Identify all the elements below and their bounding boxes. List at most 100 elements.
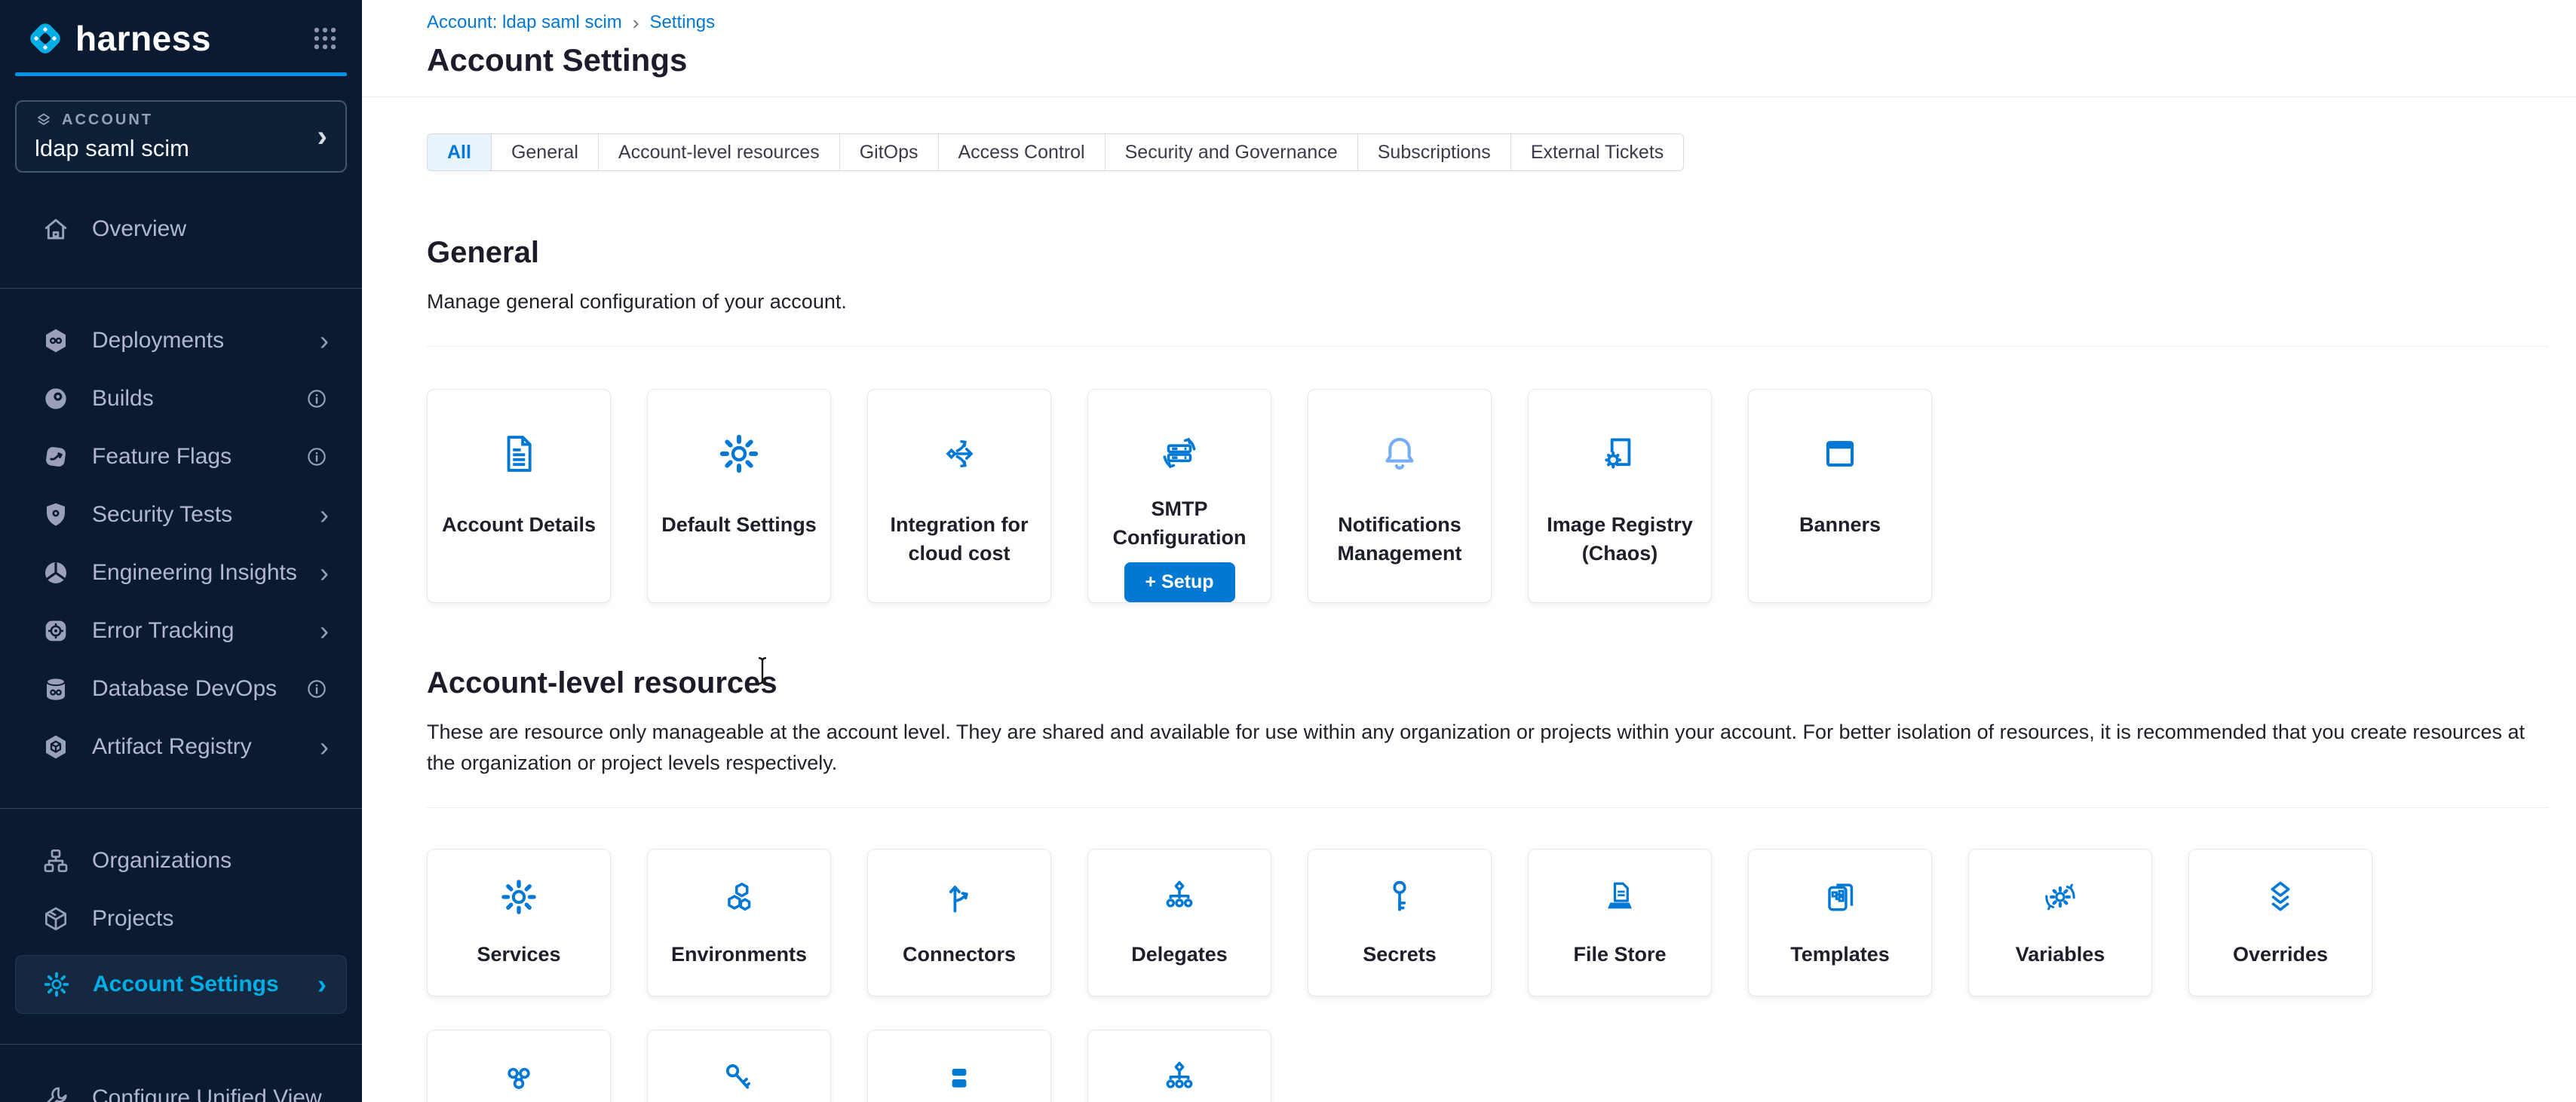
section-title-general: General (427, 236, 2549, 270)
partial-row-cards: Feature DBOps (427, 1030, 2549, 1102)
chain-links-icon (498, 1056, 540, 1100)
tab-account-level-resources[interactable]: Account-level resources (598, 133, 840, 171)
card-variables[interactable]: Variables (1968, 849, 2152, 996)
card-connectors[interactable]: Connectors (867, 849, 1051, 996)
info-icon[interactable] (305, 677, 329, 701)
app-switcher-icon[interactable] (311, 24, 339, 53)
account-label-row: ACCOUNT (35, 111, 317, 129)
delegate-orgchart-icon (1158, 875, 1201, 919)
card-fme[interactable] (867, 1030, 1051, 1102)
main-content: Account: ldap saml scim › Settings Accou… (362, 0, 2576, 1102)
sidebar-divider (0, 808, 362, 809)
sidebar-item-organizations[interactable]: Organizations (0, 831, 362, 889)
image-registry-icon (1596, 429, 1643, 479)
hexagons-icon (718, 875, 760, 919)
info-icon[interactable] (305, 445, 329, 469)
tab-security-and-governance[interactable]: Security and Governance (1105, 133, 1358, 171)
gear-icon (40, 968, 73, 1001)
general-cards: Account Details Default Settings Integra… (427, 389, 2549, 603)
card-file-store[interactable]: File Store (1528, 849, 1712, 996)
card-environments[interactable]: Environments (647, 849, 831, 996)
harness-logo-icon (26, 19, 65, 58)
tab-all[interactable]: All (427, 133, 492, 171)
settings-content: All General Account-level resources GitO… (362, 97, 2576, 1102)
tab-external-tickets[interactable]: External Tickets (1510, 133, 1684, 171)
section-desc-account-level: These are resource only manageable at th… (427, 717, 2549, 779)
sidebar-item-engineering-insights[interactable]: Engineering Insights › (0, 543, 362, 602)
sidebar-item-account-settings[interactable]: Account Settings › (15, 955, 347, 1014)
harness-logo-text: harness (75, 18, 211, 59)
feature-flags-icon (39, 440, 72, 473)
tab-subscriptions[interactable]: Subscriptions (1357, 133, 1511, 171)
card-account-details[interactable]: Account Details (427, 389, 611, 603)
sidebar-item-artifact-registry[interactable]: Artifact Registry › (0, 718, 362, 776)
chevron-right-icon: › (320, 501, 329, 528)
section-divider (427, 807, 2549, 808)
sidebar-admin-group: Organizations Projects Account Settings … (0, 831, 362, 1014)
chevron-right-icon: › (320, 559, 329, 586)
bell-icon (1376, 429, 1423, 479)
builds-icon (39, 382, 72, 415)
account-selector[interactable]: ACCOUNT ldap saml scim › (15, 100, 347, 173)
sidebar: harness ACCOUNT ldap saml scim › Overvie… (0, 0, 362, 1102)
tab-general[interactable]: General (491, 133, 599, 171)
section-divider (427, 346, 2549, 347)
layers-icon (35, 111, 53, 129)
chevron-right-icon: › (317, 121, 327, 152)
breadcrumb-account-link[interactable]: Account: ldap saml scim (427, 12, 622, 33)
sidebar-item-security-tests[interactable]: Security Tests › (0, 485, 362, 543)
sidebar-item-builds[interactable]: Builds (0, 369, 362, 427)
card-cloud-cost-integration[interactable]: Integration for cloud cost (867, 389, 1051, 603)
card-secrets[interactable]: Secrets (1308, 849, 1492, 996)
card-services[interactable]: Services (427, 849, 611, 996)
tab-access-control[interactable]: Access Control (938, 133, 1106, 171)
card-default-settings[interactable]: Default Settings (647, 389, 831, 603)
target-icon (39, 614, 72, 647)
cube-icon (39, 902, 72, 935)
sidebar-item-feature-flags[interactable]: Feature Flags (0, 427, 362, 485)
insights-icon (39, 556, 72, 589)
account-scope-label: ACCOUNT (62, 112, 153, 129)
section-desc-general: Manage general configuration of your acc… (427, 286, 2549, 317)
harness-logo[interactable]: harness (26, 18, 311, 59)
sidebar-item-error-tracking[interactable]: Error Tracking › (0, 602, 362, 660)
layers-icon (2259, 875, 2302, 919)
tab-gitops[interactable]: GitOps (839, 133, 939, 171)
variables-gear-icon (2039, 875, 2081, 919)
harness-account-settings-page: { "sidebar": { "logo_text": "harness", "… (0, 0, 2576, 1102)
shield-icon (39, 498, 72, 531)
split-bars-icon (938, 1056, 980, 1100)
sidebar-accent-rule (15, 72, 347, 76)
page-title: Account Settings (362, 33, 2576, 97)
home-icon (39, 213, 72, 246)
account-level-cards: Services Environments Connectors Delegat… (427, 849, 2549, 996)
document-icon (495, 429, 542, 479)
card-overrides[interactable]: Overrides (2188, 849, 2372, 996)
sidebar-item-deployments[interactable]: Deployments › (0, 311, 362, 369)
card-banners[interactable]: Banners (1748, 389, 1932, 603)
chevron-right-icon: › (317, 971, 327, 998)
sidebar-item-overview[interactable]: Overview (0, 200, 362, 258)
sidebar-item-projects[interactable]: Projects (0, 889, 362, 947)
card-smtp-configuration[interactable]: SMTP Configuration + Setup (1087, 389, 1271, 603)
branch-arrow-icon (938, 875, 980, 919)
deployments-icon (39, 324, 72, 357)
card-webhooks[interactable] (427, 1030, 611, 1102)
card-dbops[interactable]: DBOps (1087, 1030, 1271, 1102)
sidebar-divider (0, 288, 362, 289)
card-delegates[interactable]: Delegates (1087, 849, 1271, 996)
card-templates[interactable]: Templates (1748, 849, 1932, 996)
banner-window-icon (1817, 429, 1863, 479)
sidebar-item-configure-unified-view[interactable]: Configure Unified View (0, 1069, 362, 1102)
smtp-setup-button[interactable]: + Setup (1124, 562, 1235, 602)
account-name: ldap saml scim (35, 135, 317, 162)
info-icon[interactable] (305, 387, 329, 411)
card-image-registry-chaos[interactable]: Image Registry (Chaos) (1528, 389, 1712, 603)
sidebar-item-database-devops[interactable]: Database DevOps (0, 660, 362, 718)
card-notifications-management[interactable]: Notifications Management (1308, 389, 1492, 603)
breadcrumb-settings-link[interactable]: Settings (649, 12, 715, 33)
card-feature[interactable]: Feature (647, 1030, 831, 1102)
file-store-icon (1599, 875, 1641, 919)
sidebar-modules-group: Deployments › Builds Feature Flags Secur… (0, 311, 362, 776)
key-diagonal-icon (718, 1056, 760, 1100)
